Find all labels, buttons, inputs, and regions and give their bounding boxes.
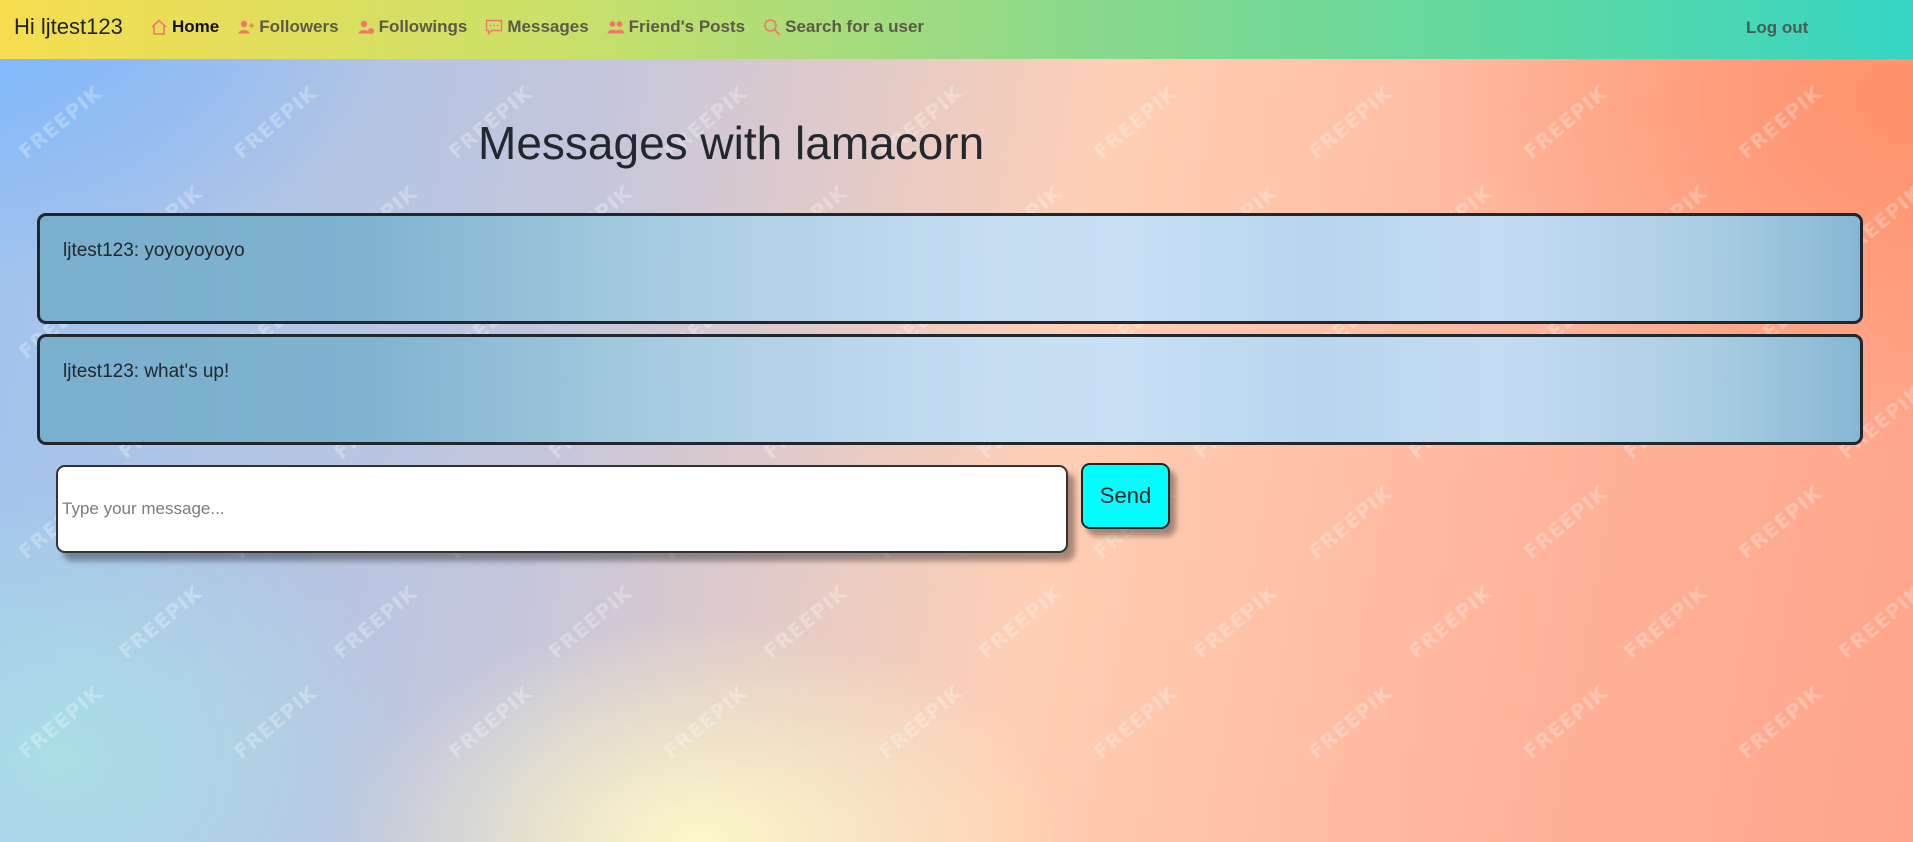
message-composer: Send bbox=[56, 463, 1176, 557]
watermark-text: FREEPIK bbox=[1519, 80, 1612, 164]
watermark-text: FREEPIK bbox=[1304, 680, 1397, 764]
home-icon bbox=[151, 19, 167, 35]
watermark-text: FREEPIK bbox=[14, 680, 107, 764]
search-icon bbox=[764, 19, 781, 36]
nav-friends-posts-label: Friend's Posts bbox=[628, 17, 746, 36]
send-button[interactable]: Send bbox=[1081, 463, 1170, 529]
watermark-text: FREEPIK bbox=[874, 680, 967, 764]
nav-messages-label: Messages bbox=[507, 17, 589, 36]
watermark-text: FREEPIK bbox=[659, 680, 752, 764]
nav-friends-posts[interactable]: Friend's Posts bbox=[607, 17, 745, 37]
user-plus-icon bbox=[238, 20, 255, 34]
watermark-text: FREEPIK bbox=[1834, 580, 1913, 664]
nav-home[interactable]: Home bbox=[150, 17, 219, 37]
logout-link[interactable]: Log out bbox=[1746, 18, 1808, 38]
watermark-text: FREEPIK bbox=[1734, 480, 1827, 564]
watermark-text: FREEPIK bbox=[1404, 580, 1497, 664]
watermark-text: FREEPIK bbox=[1189, 580, 1282, 664]
watermark-text: FREEPIK bbox=[114, 580, 207, 664]
watermark-text: FREEPIK bbox=[444, 680, 537, 764]
user-check-icon bbox=[358, 20, 374, 34]
watermark-text: FREEPIK bbox=[229, 680, 322, 764]
watermark-text: FREEPIK bbox=[1304, 480, 1397, 564]
nav-search-user[interactable]: Search for a user bbox=[763, 17, 924, 37]
watermark-text: FREEPIK bbox=[759, 580, 852, 664]
watermark-text: FREEPIK bbox=[1734, 80, 1827, 164]
watermark-text: FREEPIK bbox=[544, 580, 637, 664]
message-text: ljtest123: what's up! bbox=[63, 361, 230, 382]
nav-followings[interactable]: Followings bbox=[357, 17, 468, 37]
greeting: Hi ljtest123 bbox=[14, 14, 123, 39]
watermark-text: FREEPIK bbox=[1089, 680, 1182, 764]
watermark-text: FREEPIK bbox=[14, 80, 107, 164]
message-card: ljtest123: yoyoyoyoyo bbox=[37, 213, 1863, 324]
watermark-text: FREEPIK bbox=[229, 80, 322, 164]
page-title: Messages with lamacorn bbox=[478, 117, 985, 169]
message-card: ljtest123: what's up! bbox=[37, 334, 1863, 445]
chat-icon bbox=[486, 19, 503, 36]
watermark-text: FREEPIK bbox=[329, 580, 422, 664]
message-text: ljtest123: yoyoyoyoyo bbox=[63, 240, 245, 261]
message-input[interactable] bbox=[56, 465, 1068, 553]
watermark-text: FREEPIK bbox=[1304, 80, 1397, 164]
watermark-text: FREEPIK bbox=[1619, 580, 1712, 664]
watermark-text: FREEPIK bbox=[1734, 680, 1827, 764]
nav-followers-label: Followers bbox=[259, 17, 339, 36]
message-list: ljtest123: yoyoyoyoyo ljtest123: what's … bbox=[37, 213, 1863, 455]
nav-search-user-label: Search for a user bbox=[785, 17, 925, 36]
nav-list: Home Followers Followings Messages Frien… bbox=[150, 17, 942, 37]
nav-home-label: Home bbox=[172, 17, 220, 36]
nav-followers[interactable]: Followers bbox=[237, 17, 339, 37]
nav-messages[interactable]: Messages bbox=[485, 17, 589, 37]
watermark-text: FREEPIK bbox=[1519, 480, 1612, 564]
watermark-text: FREEPIK bbox=[1089, 80, 1182, 164]
watermark-text: FREEPIK bbox=[1519, 680, 1612, 764]
watermark-text: FREEPIK bbox=[974, 580, 1067, 664]
top-navbar: Hi ljtest123 Home Followers Followings M… bbox=[0, 0, 1913, 59]
users-icon bbox=[607, 21, 625, 34]
nav-followings-label: Followings bbox=[378, 17, 468, 36]
